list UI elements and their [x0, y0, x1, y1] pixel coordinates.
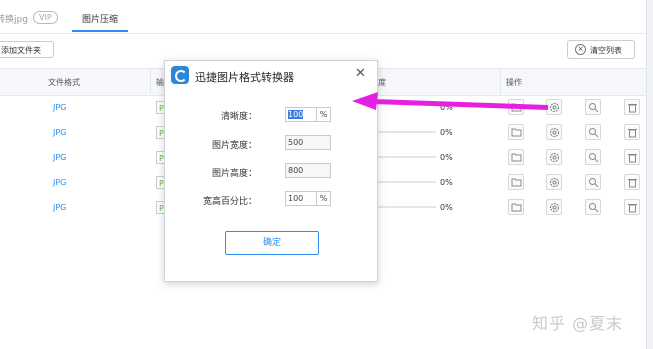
progress-percent: 0% [440, 203, 453, 212]
progress-bar [370, 181, 436, 183]
preview-button[interactable] [585, 149, 601, 165]
folder-icon [511, 153, 522, 162]
settings-button[interactable] [546, 199, 562, 215]
folder-icon [511, 203, 522, 212]
settings-button[interactable] [546, 149, 562, 165]
tab-convert-jpg[interactable]: 转换jpg [0, 12, 28, 25]
ratio-input[interactable]: 100 [285, 191, 317, 206]
progress-percent: 0% [440, 178, 453, 187]
progress-bar [370, 131, 436, 133]
magnifier-icon [589, 203, 599, 213]
gear-icon [549, 127, 560, 138]
progress-bar [370, 156, 436, 158]
header-output: 输 [156, 78, 164, 87]
magnifier-icon [589, 153, 599, 163]
open-folder-button[interactable] [508, 149, 524, 165]
clarity-input[interactable]: 100 [285, 107, 317, 122]
settings-dialog: 迅捷图片格式转换器 ✕ 清晰度： 100 % 图片宽度： 500 图片高度： 8… [164, 60, 378, 282]
height-input[interactable]: 800 [285, 163, 331, 178]
trash-icon [628, 129, 637, 138]
folder-icon [511, 178, 522, 187]
scrollbar[interactable] [646, 0, 653, 349]
gear-icon [549, 202, 560, 213]
gear-icon [549, 102, 560, 113]
delete-button[interactable] [624, 149, 640, 165]
confirm-button[interactable]: 确定 [225, 231, 319, 255]
delete-button[interactable] [624, 99, 640, 115]
tab-image-compress[interactable]: 图片压缩 [82, 12, 118, 25]
progress-bar [370, 206, 436, 208]
trash-icon [628, 179, 637, 188]
clarity-label: 清晰度： [220, 112, 257, 122]
trash-icon [628, 104, 637, 113]
open-folder-button[interactable] [508, 174, 524, 190]
header-progress: 度 [378, 78, 386, 87]
settings-button[interactable] [546, 99, 562, 115]
dialog-title: 迅捷图片格式转换器 [195, 71, 294, 84]
open-folder-button[interactable] [508, 99, 524, 115]
column-divider [150, 68, 151, 94]
folder-icon [511, 128, 522, 137]
progress-percent: 0% [440, 103, 453, 112]
ratio-unit: % [317, 191, 331, 206]
clarity-value: 100 [288, 110, 304, 119]
width-input[interactable]: 500 [285, 135, 331, 150]
preview-button[interactable] [585, 199, 601, 215]
open-folder-button[interactable] [508, 124, 524, 140]
add-folder-label: 添加文件夹 [1, 46, 41, 55]
file-format: JPG [53, 103, 67, 112]
header-format: 文件格式 [48, 78, 80, 87]
ratio-label: 宽高百分比： [202, 197, 257, 207]
gear-icon [549, 177, 560, 188]
app-logo-icon [171, 66, 189, 84]
magnifier-icon [589, 103, 599, 113]
file-format: JPG [53, 203, 67, 212]
column-divider [500, 68, 501, 94]
delete-button[interactable] [624, 174, 640, 190]
delete-button[interactable] [624, 124, 640, 140]
close-icon[interactable]: ✕ [355, 66, 366, 81]
settings-button[interactable] [546, 124, 562, 140]
settings-button[interactable] [546, 174, 562, 190]
gear-icon [549, 152, 560, 163]
progress-percent: 0% [440, 128, 453, 137]
tab-bar: 转换jpg VIP 图片压缩 [0, 0, 653, 34]
width-label: 图片宽度： [211, 141, 257, 151]
file-format: JPG [53, 128, 67, 137]
magnifier-icon [589, 178, 599, 188]
vip-badge: VIP [33, 11, 58, 24]
close-circle-icon: × [575, 44, 586, 55]
height-label: 图片高度： [211, 169, 257, 179]
preview-button[interactable] [585, 99, 601, 115]
clear-list-button[interactable]: × 清空列表 [567, 40, 635, 59]
open-folder-button[interactable] [508, 199, 524, 215]
preview-button[interactable] [585, 124, 601, 140]
header-actions: 操作 [506, 78, 522, 87]
active-tab-indicator [72, 30, 128, 32]
watermark: 知乎 @夏末 [532, 314, 624, 333]
delete-button[interactable] [624, 199, 640, 215]
trash-icon [628, 154, 637, 163]
add-folder-button[interactable]: 添加文件夹 [0, 41, 54, 58]
progress-percent: 0% [440, 153, 453, 162]
clarity-unit: % [317, 107, 331, 122]
file-format: JPG [53, 178, 67, 187]
folder-icon [511, 103, 522, 112]
file-format: JPG [53, 153, 67, 162]
trash-icon [628, 204, 637, 213]
magnifier-icon [589, 128, 599, 138]
clear-list-label: 清空列表 [590, 46, 622, 55]
preview-button[interactable] [585, 174, 601, 190]
